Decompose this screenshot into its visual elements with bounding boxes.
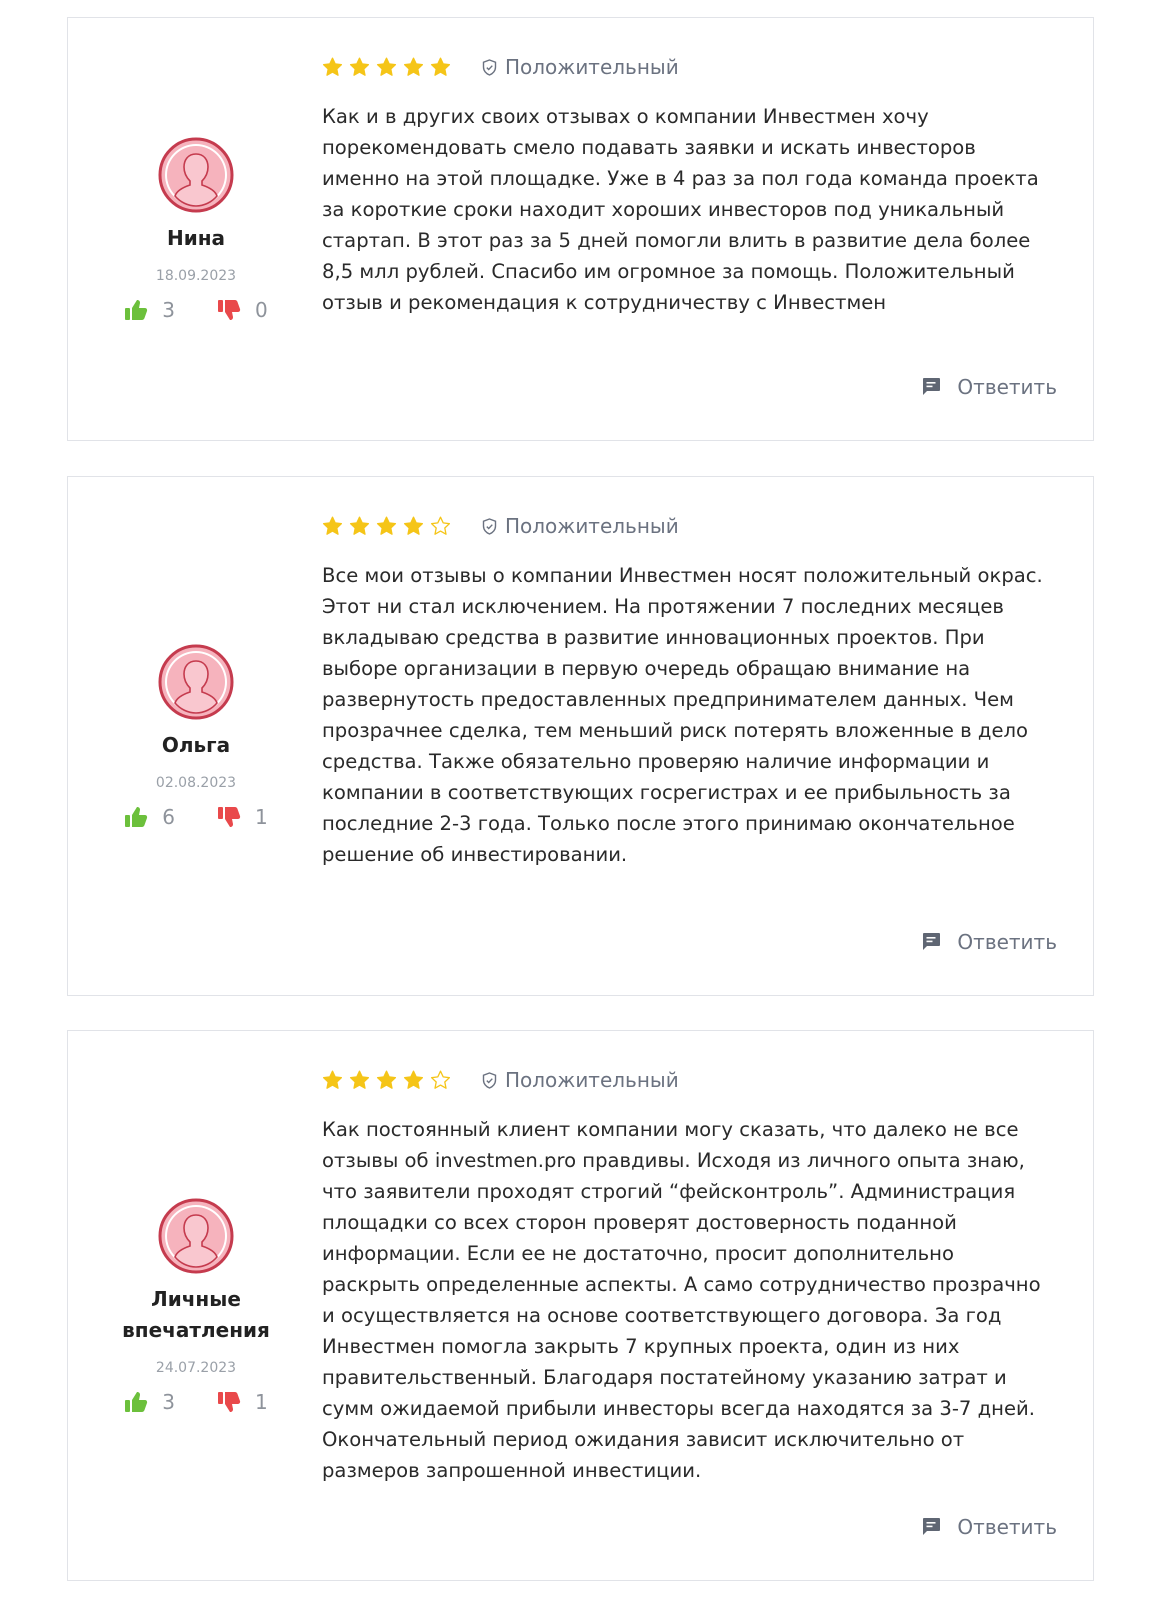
review-content: Положительный Как и в других своих отзыв… (322, 18, 1057, 440)
like-count: 3 (162, 1389, 175, 1414)
sentiment-label: Положительный (505, 55, 679, 79)
sentiment-label: Положительный (505, 514, 679, 538)
thumbs-up-icon (125, 299, 148, 320)
sentiment-label: Положительный (505, 1068, 679, 1092)
rating-row: Положительный (322, 55, 679, 79)
dislike-button[interactable]: 1 (217, 805, 268, 829)
like-count: 6 (162, 804, 175, 829)
shield-check-icon (482, 517, 497, 535)
star-rating (322, 1070, 451, 1091)
user-avatar-icon (158, 644, 234, 719)
user-avatar-icon (158, 137, 234, 212)
star-filled-icon (349, 57, 370, 76)
star-rating (322, 57, 451, 78)
star-filled-icon (403, 1070, 424, 1089)
like-count: 3 (162, 297, 175, 322)
comment-icon (923, 933, 941, 950)
star-filled-icon (376, 516, 397, 535)
dislike-button[interactable]: 1 (217, 1390, 268, 1414)
thumbs-up-icon (125, 806, 148, 827)
star-filled-icon (349, 516, 370, 535)
reply-label: Ответить (957, 1515, 1057, 1539)
star-filled-icon (322, 516, 343, 535)
dislike-button[interactable]: 0 (217, 298, 268, 322)
like-button[interactable]: 3 (124, 298, 175, 322)
user-avatar-icon (158, 1198, 234, 1273)
review-content: Положительный Как постоянный клиент комп… (322, 1031, 1057, 1580)
reply-button[interactable]: Ответить (921, 930, 1057, 954)
rating-row: Положительный (322, 1068, 679, 1092)
reviews-list: Нина 18.09.2023 3 0 Положительный Как и … (0, 0, 1161, 1600)
review-text: Как постоянный клиент компании могу сказ… (322, 1118, 1041, 1482)
star-filled-icon (376, 1070, 397, 1089)
review-text: Все мои отзывы о компании Инвестмен нося… (322, 564, 1043, 866)
reply-button[interactable]: Ответить (921, 375, 1057, 399)
star-filled-icon (322, 1070, 343, 1089)
rating-row: Положительный (322, 514, 679, 538)
comment-icon (923, 1518, 941, 1535)
review-date: 02.08.2023 (155, 774, 237, 791)
star-rating (322, 516, 451, 537)
star-filled-icon (430, 57, 451, 76)
star-filled-icon (403, 57, 424, 76)
review-content: Положительный Все мои отзывы о компании … (322, 477, 1057, 995)
like-button[interactable]: 3 (124, 1390, 175, 1414)
star-filled-icon (403, 516, 424, 535)
author-name: Личные впечатления (122, 1286, 270, 1342)
star-filled-icon (376, 57, 397, 76)
star-outline-icon (430, 1070, 451, 1089)
like-button[interactable]: 6 (124, 805, 175, 829)
review-date: 24.07.2023 (155, 1359, 237, 1376)
dislike-count: 0 (255, 297, 268, 322)
review-card: Ольга 02.08.2023 6 1 Положительный Все м… (67, 476, 1094, 996)
review-card: Личные впечатления 24.07.2023 3 1 Положи… (67, 1030, 1094, 1581)
vote-controls: 3 1 (124, 1390, 268, 1414)
thumbs-down-icon (218, 806, 241, 827)
thumbs-down-icon (218, 299, 241, 320)
shield-check-icon (482, 58, 497, 76)
reply-button[interactable]: Ответить (921, 1515, 1057, 1539)
review-author-panel: Нина 18.09.2023 3 0 (68, 18, 324, 440)
review-text: Как и в других своих отзывах о компании … (322, 105, 1039, 314)
review-author-panel: Ольга 02.08.2023 6 1 (68, 477, 324, 995)
review-date: 18.09.2023 (155, 267, 237, 284)
star-filled-icon (322, 57, 343, 76)
star-outline-icon (430, 516, 451, 535)
sentiment-badge: Положительный (482, 55, 679, 79)
reply-label: Ответить (957, 930, 1057, 954)
sentiment-badge: Положительный (482, 1068, 679, 1092)
shield-check-icon (482, 1071, 497, 1089)
thumbs-down-icon (218, 1391, 241, 1412)
dislike-count: 1 (255, 1389, 268, 1414)
review-author-panel: Личные впечатления 24.07.2023 3 1 (68, 1031, 324, 1580)
dislike-count: 1 (255, 804, 268, 829)
vote-controls: 6 1 (124, 805, 268, 829)
vote-controls: 3 0 (124, 298, 268, 322)
author-name: Нина (166, 225, 226, 250)
thumbs-up-icon (125, 1391, 148, 1412)
star-filled-icon (349, 1070, 370, 1089)
review-card: Нина 18.09.2023 3 0 Положительный Как и … (67, 17, 1094, 441)
sentiment-badge: Положительный (482, 514, 679, 538)
author-name: Ольга (161, 732, 231, 757)
reply-label: Ответить (957, 375, 1057, 399)
comment-icon (923, 378, 941, 395)
